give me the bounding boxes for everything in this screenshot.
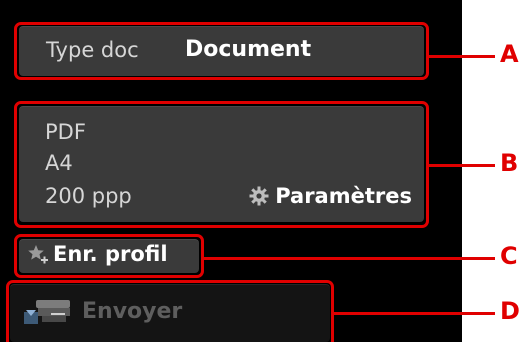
callout-label-b: B	[500, 149, 519, 177]
leader-line-c	[204, 257, 495, 260]
callout-frame-a	[14, 22, 429, 80]
leader-line-a	[429, 55, 495, 58]
leader-line-d	[334, 312, 495, 315]
callout-label-d: D	[500, 297, 520, 325]
callout-frame-c	[14, 234, 204, 278]
callout-label-a: A	[500, 40, 519, 68]
leader-line-b	[429, 164, 495, 167]
callout-label-c: C	[500, 242, 518, 270]
callout-frame-b	[14, 101, 429, 228]
scan-screen-illustration: Type doc Document PDF A4 200 ppp Paramèt…	[0, 0, 521, 342]
callout-frame-d	[6, 280, 334, 342]
